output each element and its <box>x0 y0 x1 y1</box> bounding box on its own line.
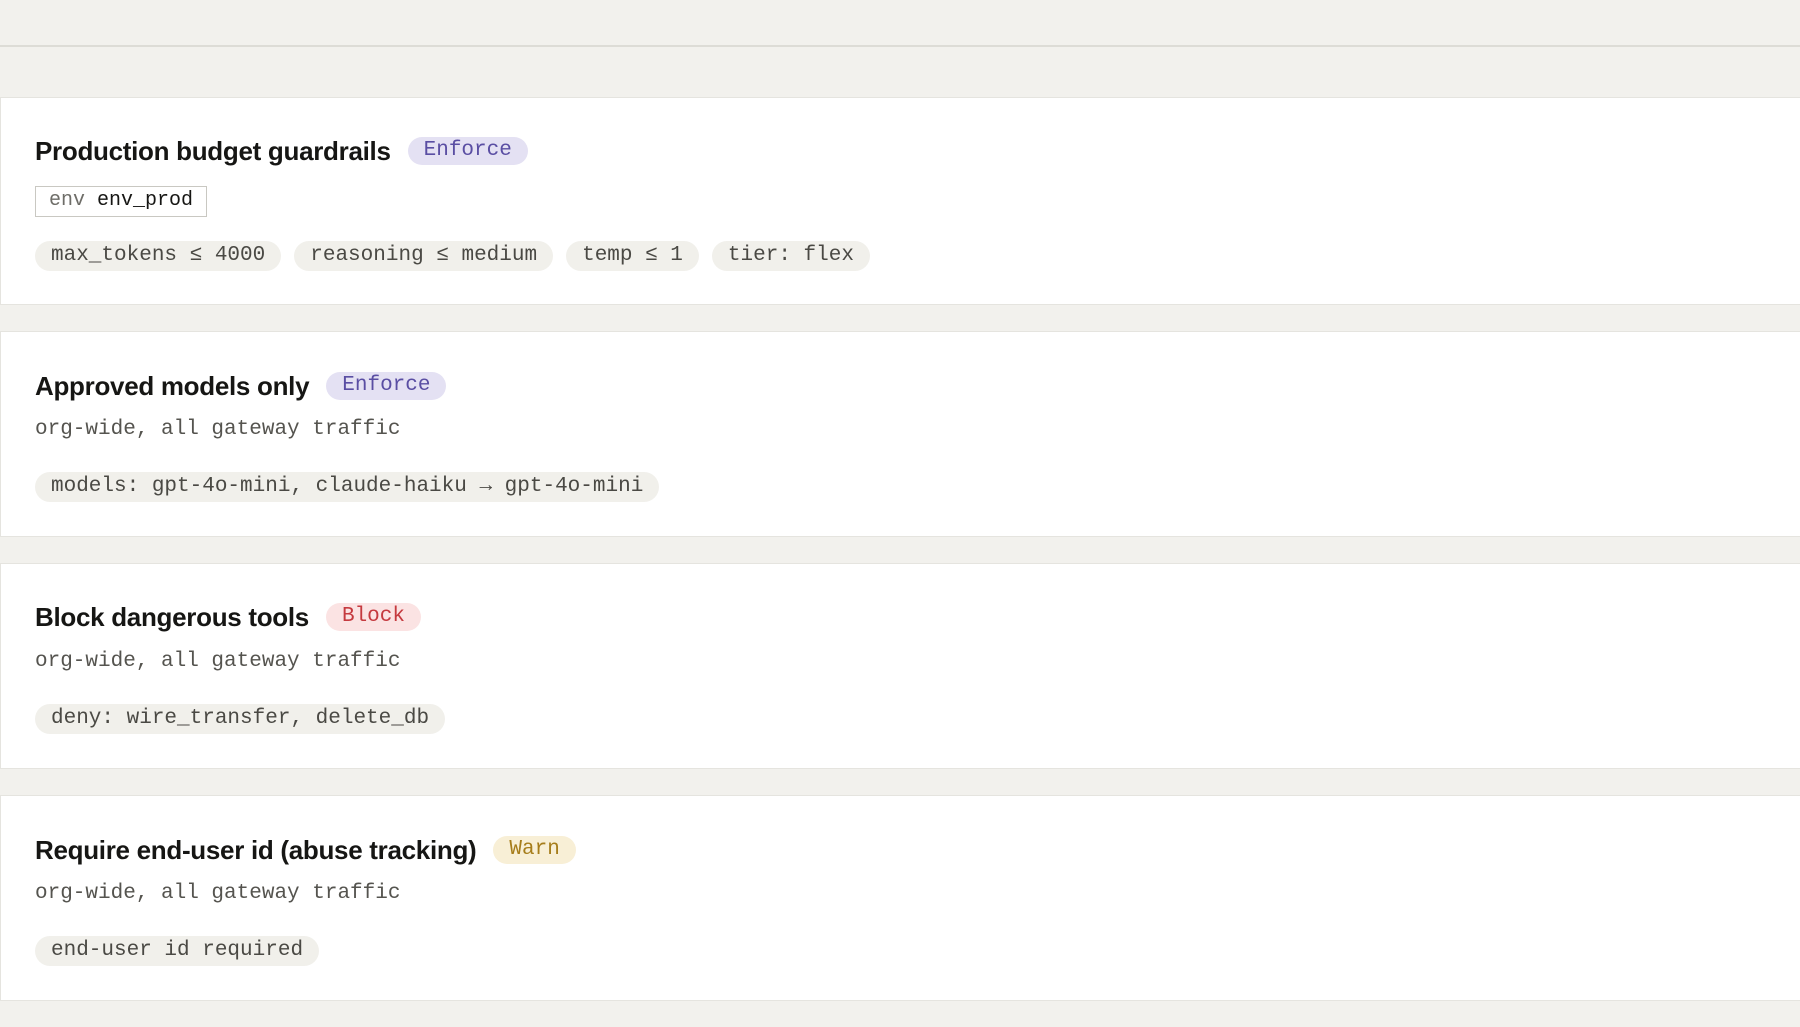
policy-scope: org-wide, all gateway traffic <box>35 650 401 673</box>
scope-env-tag: env env_prod <box>35 186 208 217</box>
rule-chip: temp ≤ 1 <box>566 241 699 271</box>
rule-chip: models: gpt-4o-mini, claude-haiku → gpt-… <box>35 472 660 502</box>
rule-chips: max_tokens ≤ 4000 reasoning ≤ medium tem… <box>35 241 870 271</box>
header-region <box>0 0 1800 47</box>
policy-title: Production budget guardrails <box>35 136 391 166</box>
rule-chips: deny: wire_transfer, delete_db <box>35 704 446 734</box>
policy-list: Production budget guardrails Enforce env… <box>0 97 1800 1027</box>
rule-chips: end-user id required <box>35 936 320 966</box>
mode-badge-enforce: Enforce <box>407 137 528 165</box>
mode-badge-warn: Warn <box>493 836 576 864</box>
policy-card[interactable]: Production budget guardrails Enforce env… <box>0 97 1800 305</box>
rule-chip: deny: wire_transfer, delete_db <box>35 704 446 734</box>
rule-chip: end-user id required <box>35 936 320 966</box>
policy-title: Block dangerous tools <box>35 602 309 632</box>
truncated-description <box>0 0 13 11</box>
policy-card[interactable]: Approved models only Enforce org-wide, a… <box>0 331 1800 537</box>
rule-chip: tier: flex <box>711 241 870 271</box>
policy-card[interactable]: Block dangerous tools Block org-wide, al… <box>0 563 1800 769</box>
scope-value: env_prod <box>97 189 194 212</box>
policy-card[interactable]: Require end-user id (abuse tracking) War… <box>0 795 1800 1001</box>
scope-key: env <box>49 189 86 212</box>
rule-chip: max_tokens ≤ 4000 <box>35 241 282 271</box>
mode-badge-enforce: Enforce <box>326 372 447 400</box>
policy-title: Require end-user id (abuse tracking) <box>35 835 477 865</box>
policy-scope: org-wide, all gateway traffic <box>35 418 401 441</box>
rule-chip: reasoning ≤ medium <box>294 241 554 271</box>
mode-badge-block: Block <box>325 603 421 631</box>
policy-header: Approved models only Enforce <box>35 369 447 403</box>
policy-title: Approved models only <box>35 371 310 401</box>
policy-header: Block dangerous tools Block <box>35 600 421 634</box>
rule-chips: models: gpt-4o-mini, claude-haiku → gpt-… <box>35 472 660 502</box>
policy-header: Production budget guardrails Enforce <box>35 134 528 168</box>
policy-scope: org-wide, all gateway traffic <box>35 882 401 905</box>
policy-header: Require end-user id (abuse tracking) War… <box>35 833 576 867</box>
